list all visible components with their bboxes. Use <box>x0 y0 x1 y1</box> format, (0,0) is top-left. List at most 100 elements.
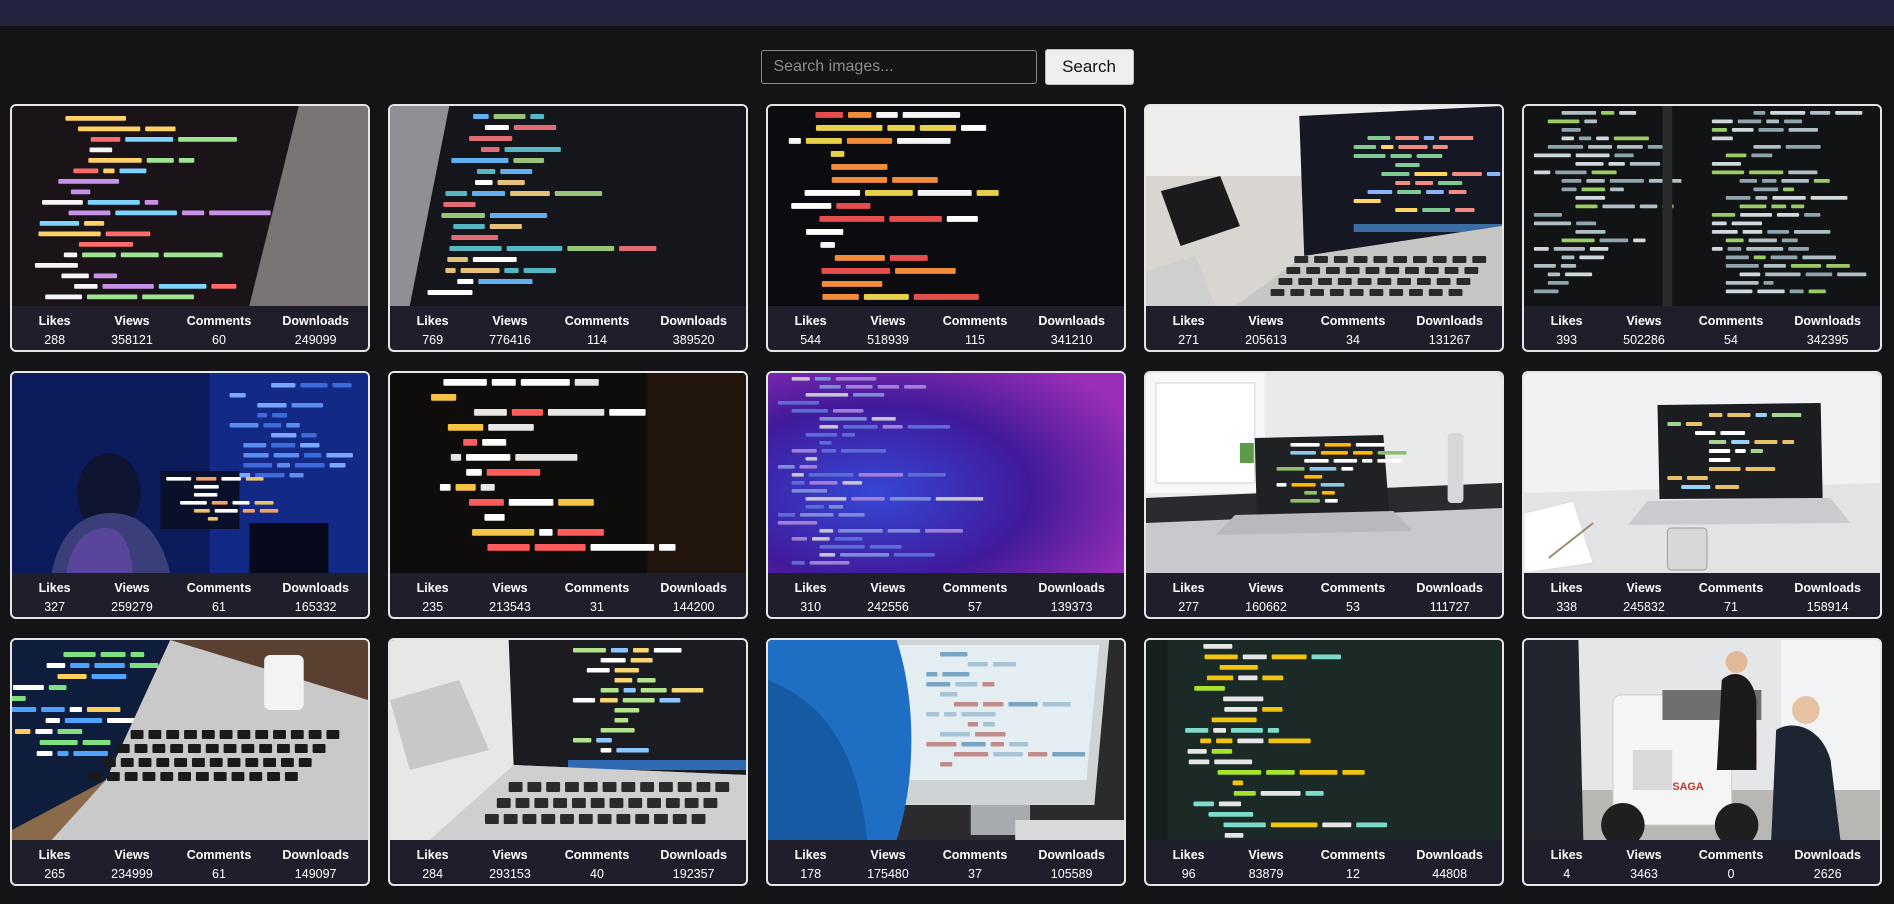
thumbnail-graphic <box>12 106 368 306</box>
image-card-2[interactable]: Likes 769 Views 776416 Comments 114 Down… <box>388 104 748 352</box>
stat-downloads: Downloads 139373 <box>1023 581 1120 614</box>
image-thumbnail-laptop-desk-phone[interactable] <box>1146 106 1502 306</box>
image-thumbnail-code-dark-columns[interactable] <box>1524 106 1880 306</box>
stat-likes: Likes 327 <box>16 581 93 614</box>
image-card-13[interactable]: Likes 178 Views 175480 Comments 37 Downl… <box>766 638 1126 886</box>
image-thumbnail-developer-blue-room[interactable] <box>12 373 368 573</box>
likes-label: Likes <box>1550 580 1583 595</box>
stat-comments: Comments 61 <box>171 581 268 614</box>
image-thumbnail-code-purple-blur[interactable] <box>768 373 1124 573</box>
image-thumbnail-code-green-editor[interactable] <box>1146 640 1502 840</box>
likes-label: Likes <box>1172 580 1205 595</box>
views-label: Views <box>114 847 150 862</box>
image-thumbnail-laptop-keyboard-angle[interactable] <box>12 640 368 840</box>
likes-count: 4 <box>1563 866 1571 881</box>
stat-views: Views 259279 <box>93 581 170 614</box>
search-input[interactable] <box>760 50 1037 84</box>
image-thumbnail-jquery-code-closeup[interactable] <box>390 373 746 573</box>
image-thumbnail-code-screen-colorful[interactable] <box>390 106 746 306</box>
views-label: Views <box>114 580 150 595</box>
downloads-count: 149097 <box>294 866 337 881</box>
views-label: Views <box>870 847 906 862</box>
image-thumbnail-laptop-white-desk-notebook[interactable] <box>1524 373 1880 573</box>
image-card-1[interactable]: Likes 288 Views 358121 Comments 60 Downl… <box>10 104 370 352</box>
stat-views: Views 83879 <box>1227 848 1304 881</box>
downloads-label: Downloads <box>282 580 349 595</box>
downloads-count: 105589 <box>1050 866 1093 881</box>
stat-comments: Comments 31 <box>549 581 646 614</box>
stat-downloads: Downloads 165332 <box>267 581 364 614</box>
comments-label: Comments <box>564 580 630 595</box>
image-thumbnail-robotics-team[interactable]: SAGA <box>1524 640 1880 840</box>
image-card-4[interactable]: Likes 271 Views 205613 Comments 34 Downl… <box>1144 104 1504 352</box>
stat-likes: Likes 277 <box>1150 581 1227 614</box>
thumbnail-graphic <box>390 373 746 573</box>
search-button[interactable]: Search <box>1044 49 1134 85</box>
likes-label: Likes <box>1172 847 1205 862</box>
image-thumbnail-laptop-white-office[interactable] <box>1146 373 1502 573</box>
likes-label: Likes <box>1550 313 1583 328</box>
comments-count: 61 <box>212 866 226 881</box>
stat-comments: Comments 57 <box>927 581 1024 614</box>
likes-label: Likes <box>794 313 827 328</box>
downloads-label: Downloads <box>660 847 727 862</box>
stat-downloads: Downloads 342395 <box>1779 314 1876 347</box>
image-card-5[interactable]: Likes 393 Views 502286 Comments 54 Downl… <box>1522 104 1882 352</box>
downloads-count: 111727 <box>1429 599 1470 614</box>
image-stats: Likes 393 Views 502286 Comments 54 Downl… <box>1524 306 1880 350</box>
likes-label: Likes <box>416 847 449 862</box>
comments-count: 37 <box>968 866 982 881</box>
image-card-11[interactable]: Likes 265 Views 234999 Comments 61 Downl… <box>10 638 370 886</box>
stat-downloads: Downloads 149097 <box>267 848 364 881</box>
likes-count: 284 <box>422 866 444 881</box>
image-thumbnail-laptop-code-blurred[interactable] <box>390 640 746 840</box>
image-card-10[interactable]: Likes 338 Views 245832 Comments 71 Downl… <box>1522 371 1882 619</box>
views-count: 234999 <box>111 866 153 881</box>
stat-comments: Comments 12 <box>1305 848 1402 881</box>
stat-downloads: Downloads 111727 <box>1401 581 1498 614</box>
search-bar: Search <box>0 49 1894 85</box>
downloads-label: Downloads <box>1416 580 1483 595</box>
views-label: Views <box>114 313 150 328</box>
image-card-6[interactable]: Likes 327 Views 259279 Comments 61 Downl… <box>10 371 370 619</box>
stat-likes: Likes 4 <box>1528 848 1605 881</box>
image-card-3[interactable]: Likes 544 Views 518939 Comments 115 Down… <box>766 104 1126 352</box>
comments-count: 114 <box>587 332 607 347</box>
likes-label: Likes <box>38 580 71 595</box>
image-card-15[interactable]: SAGA Likes 4 Views 3463 Comments 0 Downl… <box>1522 638 1882 886</box>
views-count: 213543 <box>489 599 531 614</box>
image-card-9[interactable]: Likes 277 Views 160662 Comments 53 Downl… <box>1144 371 1504 619</box>
downloads-count: 44808 <box>1432 866 1468 881</box>
comments-count: 71 <box>1724 599 1738 614</box>
thumbnail-graphic <box>12 373 368 573</box>
stat-views: Views 160662 <box>1227 581 1304 614</box>
views-count: 160662 <box>1245 599 1287 614</box>
image-card-8[interactable]: Likes 310 Views 242556 Comments 57 Downl… <box>766 371 1126 619</box>
image-card-12[interactable]: Likes 284 Views 293153 Comments 40 Downl… <box>388 638 748 886</box>
image-stats: Likes 338 Views 245832 Comments 71 Downl… <box>1524 573 1880 617</box>
stat-downloads: Downloads 192357 <box>645 848 742 881</box>
image-card-7[interactable]: Likes 235 Views 213543 Comments 31 Downl… <box>388 371 748 619</box>
likes-count: 265 <box>44 866 66 881</box>
downloads-label: Downloads <box>282 313 349 328</box>
stat-comments: Comments 61 <box>171 848 268 881</box>
image-thumbnail-html-code-closeup[interactable] <box>768 106 1124 306</box>
downloads-label: Downloads <box>1038 847 1105 862</box>
likes-count: 277 <box>1178 599 1200 614</box>
downloads-count: 165332 <box>294 599 337 614</box>
stat-likes: Likes 288 <box>16 314 93 347</box>
views-count: 3463 <box>1630 866 1658 881</box>
views-count: 293153 <box>489 866 531 881</box>
comments-label: Comments <box>186 847 252 862</box>
views-label: Views <box>1626 847 1662 862</box>
stat-comments: Comments 40 <box>549 848 646 881</box>
stat-downloads: Downloads 249099 <box>267 314 364 347</box>
stat-downloads: Downloads 389520 <box>645 314 742 347</box>
views-count: 502286 <box>1623 332 1665 347</box>
image-thumbnail-imac-typing[interactable] <box>768 640 1124 840</box>
likes-label: Likes <box>416 313 449 328</box>
image-card-14[interactable]: Likes 96 Views 83879 Comments 12 Downloa… <box>1144 638 1504 886</box>
image-stats: Likes 271 Views 205613 Comments 34 Downl… <box>1146 306 1502 350</box>
image-thumbnail-code-laptop-dark-angle[interactable] <box>12 106 368 306</box>
image-grid: Likes 288 Views 358121 Comments 60 Downl… <box>10 104 1882 886</box>
